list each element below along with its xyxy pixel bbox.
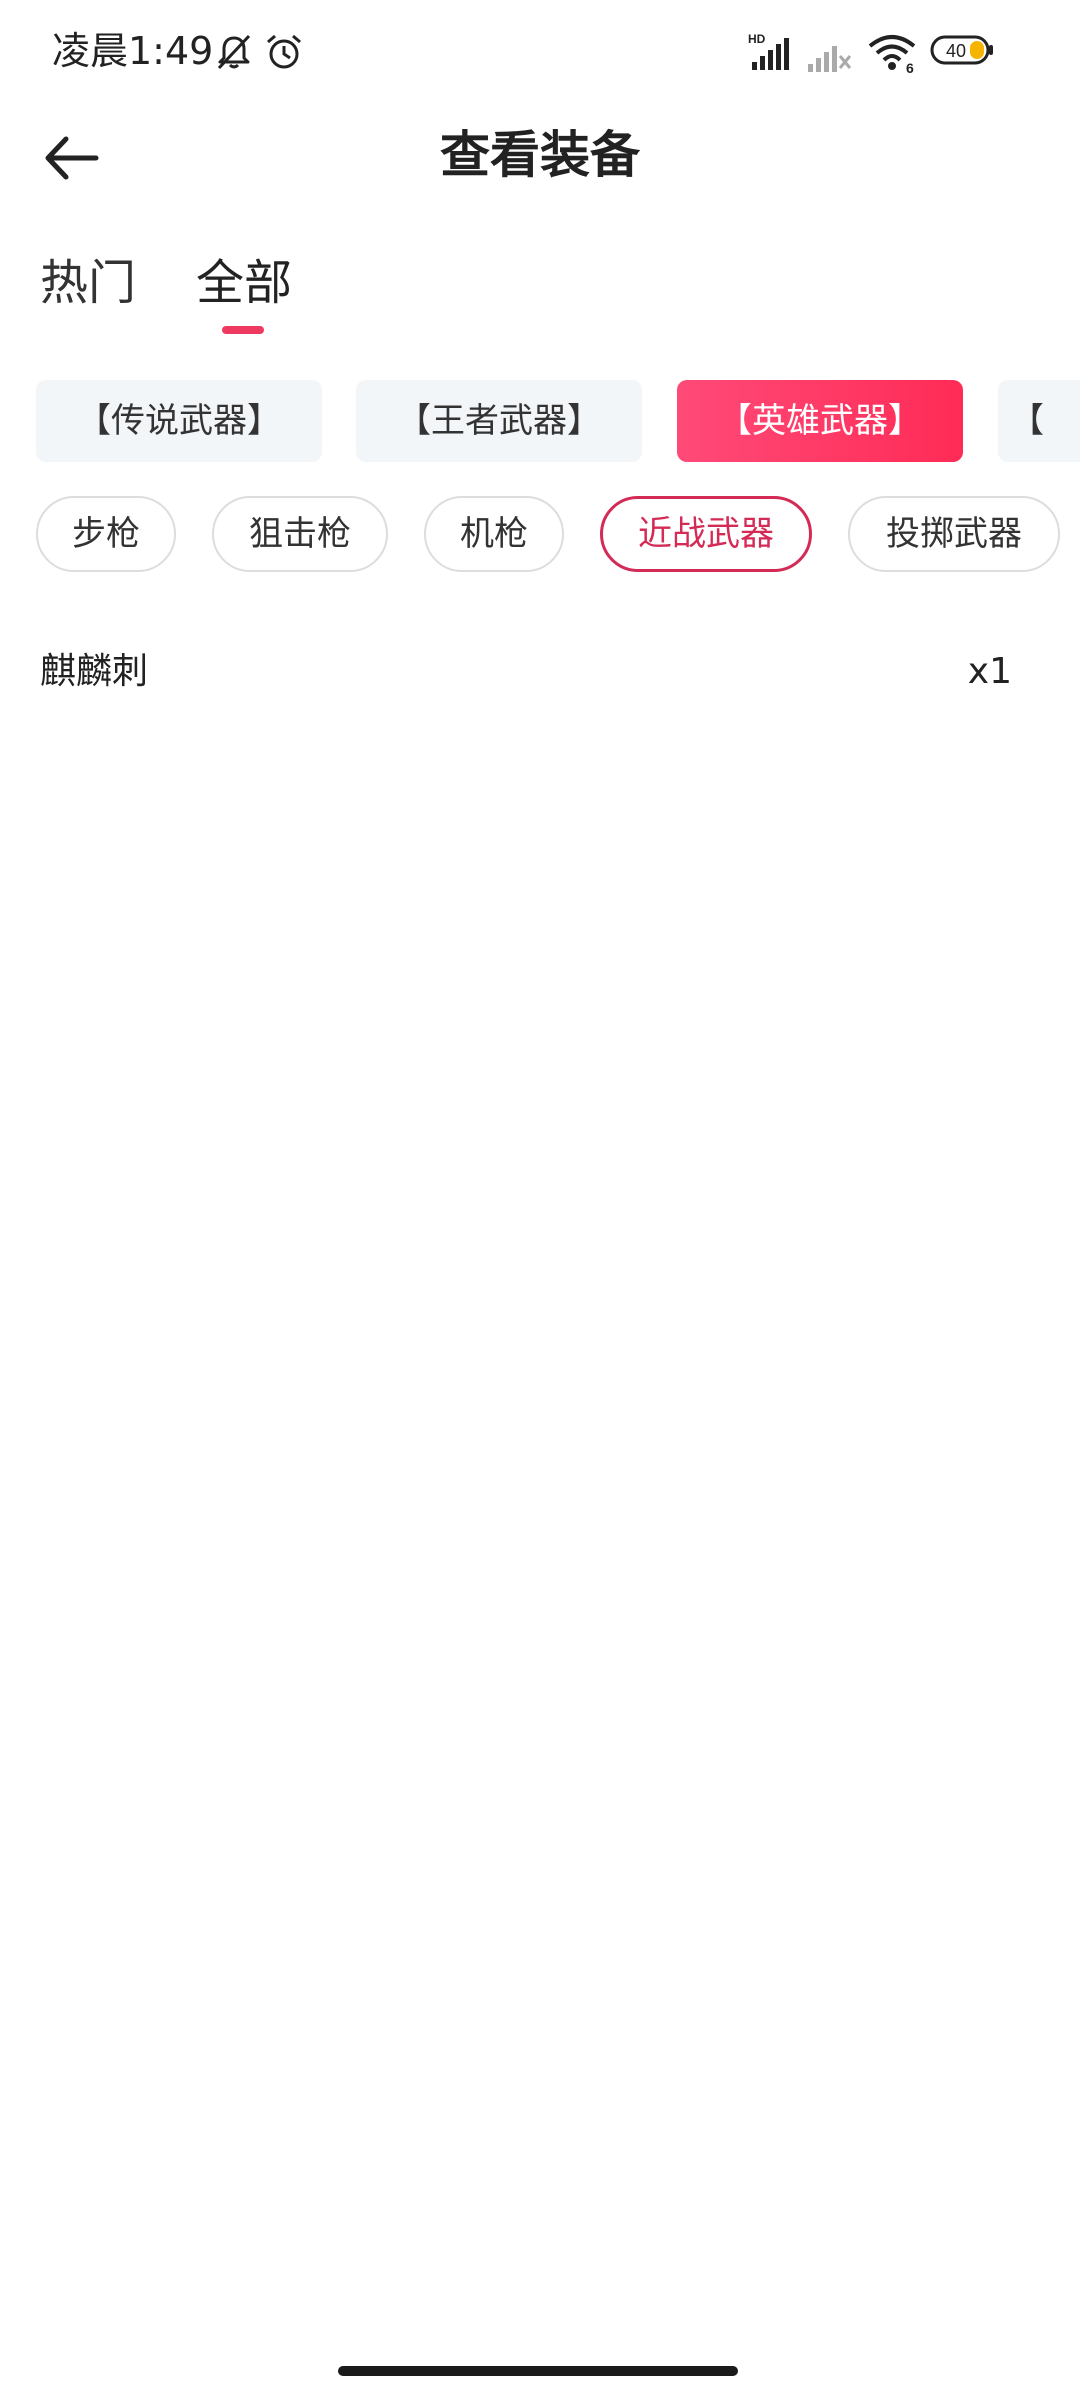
home-indicator[interactable] [338, 2366, 738, 2376]
tab-hot[interactable]: 热门 [40, 248, 136, 318]
category-chip-legendary[interactable]: 【传说武器】 [36, 380, 322, 462]
category-row: 【传说武器】 【王者武器】 【英雄武器】 【 [0, 380, 1080, 466]
filter-pill-rifle[interactable]: 步枪 [36, 496, 176, 572]
tab-active-indicator [222, 326, 264, 334]
svg-text:HD: HD [748, 32, 766, 46]
category-chip-king[interactable]: 【王者武器】 [356, 380, 642, 462]
equipment-list: 麒麟刺 x1 [0, 630, 1080, 714]
svg-text:40: 40 [946, 41, 966, 61]
filter-row: 步枪 狙击枪 机枪 近战武器 投掷武器 [0, 496, 1080, 580]
filter-pill-sniper[interactable]: 狙击枪 [212, 496, 388, 572]
svg-text:6: 6 [906, 60, 914, 74]
alarm-clock-icon [267, 34, 301, 69]
filter-pill-throwable[interactable]: 投掷武器 [848, 496, 1060, 572]
battery-icon: 40 [930, 35, 993, 65]
filter-pill-machine-gun[interactable]: 机枪 [424, 496, 564, 572]
category-chip-hero[interactable]: 【英雄武器】 [677, 380, 963, 462]
tab-all[interactable]: 全部 [196, 248, 292, 318]
item-count: x1 [967, 651, 1012, 692]
page-header: 查看装备 [0, 100, 1080, 210]
category-chip-partial[interactable]: 【 [998, 380, 1080, 462]
bell-muted-icon [217, 34, 251, 70]
wifi-icon: 6 [868, 35, 916, 74]
signal-bars-no-service-icon [808, 46, 852, 72]
filter-pill-melee[interactable]: 近战武器 [600, 496, 812, 572]
status-time: 凌晨1:49 [52, 29, 214, 73]
status-bar: 凌晨1:49 HD 6 40 [0, 0, 1080, 100]
signal-bars-icon: HD [748, 32, 789, 70]
list-item[interactable]: 麒麟刺 x1 [0, 630, 1080, 714]
item-name: 麒麟刺 [40, 651, 149, 692]
main-tabs: 热门 全部 [0, 230, 1080, 340]
page-title: 查看装备 [440, 126, 640, 184]
